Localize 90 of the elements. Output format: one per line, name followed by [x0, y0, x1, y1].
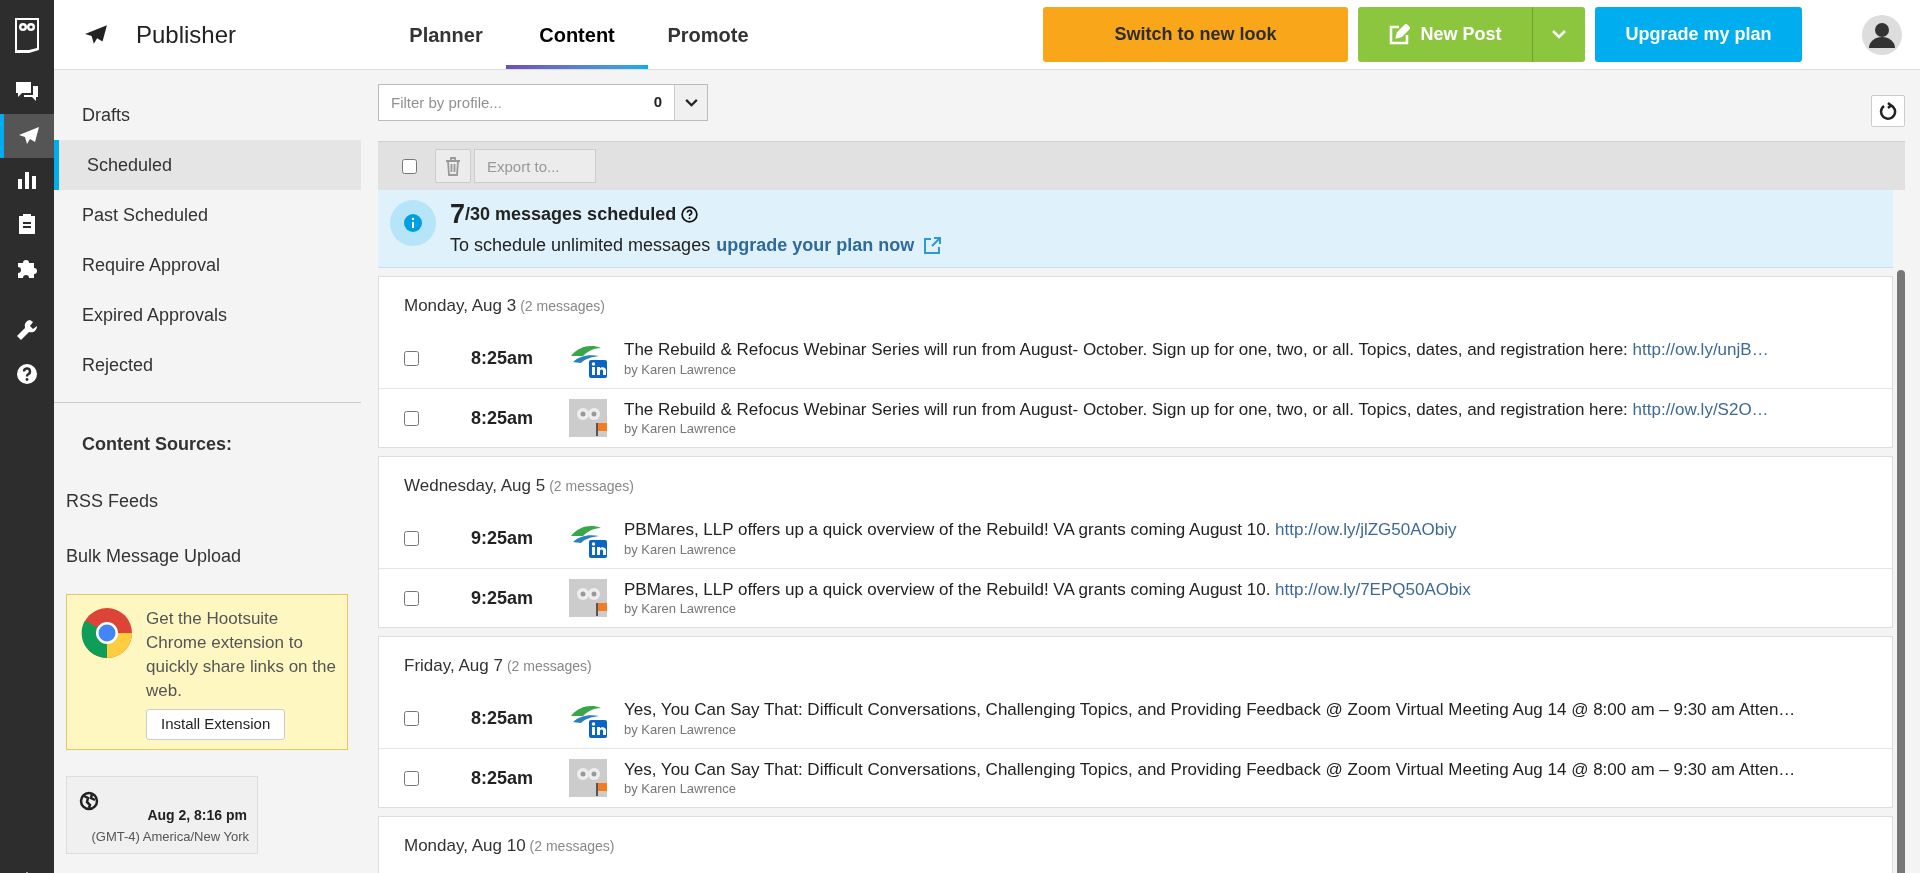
switch-look-button[interactable]: Switch to new look — [1043, 7, 1348, 62]
message-checkbox[interactable] — [404, 711, 419, 726]
sidebar-item[interactable]: Require Approval — [54, 240, 361, 290]
message-link[interactable]: http://ow.ly/S2O… — [1632, 399, 1769, 419]
owl-logo-icon[interactable] — [13, 16, 41, 54]
day-heading: Wednesday, Aug 5 — [404, 475, 546, 498]
profile-owl-icon — [569, 399, 607, 437]
help-icon[interactable] — [681, 205, 699, 223]
globe-icon — [79, 791, 99, 811]
scheduled-time: 9:25am — [471, 586, 535, 610]
scheduled-time: 8:25am — [471, 707, 535, 730]
bar-chart-icon — [17, 170, 37, 190]
message-checkbox[interactable] — [404, 770, 419, 786]
paper-plane-icon — [18, 126, 40, 146]
external-link-icon[interactable] — [924, 237, 942, 254]
info-icon — [404, 214, 422, 232]
message-text: Yes, You Can Say That: Difficult Conversations, Challenging Topics, and Providing Feedback @ Zoom Virtual Meeting Aug 14 @ 8:00 am – 9:30 am Atten… — [624, 758, 1796, 780]
message-text: PBMares, LLP offers up a quick overview of the Rebuild! VA grants coming August 10. http://ow.ly/jlZG50AObiy — [624, 519, 1457, 541]
select-all-checkbox[interactable] — [402, 158, 417, 174]
chevron-down-icon — [684, 98, 698, 107]
help-icon — [16, 363, 38, 385]
install-extension-button[interactable]: Install Extension — [146, 709, 286, 740]
promo-text: Get the Hootsuite Chrome extension to quickly share links on the web. — [146, 608, 336, 702]
day-heading: Friday, Aug 7 — [404, 655, 503, 678]
message-checkbox[interactable] — [404, 351, 419, 366]
refresh-icon — [1879, 102, 1897, 120]
edit-icon — [1388, 23, 1411, 46]
sidebar-item[interactable]: Drafts — [54, 90, 361, 140]
wrench-icon — [16, 319, 38, 341]
scheduled-time: 8:25am — [471, 406, 535, 430]
message-text: PBMares, LLP offers up a quick overview of the Rebuild! VA grants coming August 10. http://ow.ly/7EPQ50AObix — [624, 578, 1471, 600]
puzzle-icon — [16, 257, 38, 279]
profile-filter-field[interactable]: Filter by profile... — [379, 85, 654, 120]
message-count: (2 messages) — [506, 656, 592, 676]
author-name: by Karen Lawrence — [624, 601, 737, 618]
source-link[interactable]: Bulk Message Upload — [54, 543, 361, 570]
tab[interactable]: Planner — [386, 0, 506, 69]
day-heading: Monday, Aug 10 — [404, 835, 526, 858]
sidebar-item[interactable]: Scheduled — [54, 140, 361, 190]
message-count: (2 messages) — [549, 476, 634, 496]
timezone: (GMT-4) America/New York — [91, 828, 249, 846]
trash-icon — [445, 156, 461, 176]
message-text: Yes, You Can Say That: Difficult Conversations, Challenging Topics, and Providing Feedback @ Zoom Virtual Meeting Aug 14 @ 8:00 am – 9:30 am Atten… — [624, 699, 1796, 721]
message-checkbox[interactable] — [404, 410, 419, 426]
scrollbar[interactable] — [1897, 270, 1905, 873]
paper-plane-icon — [84, 23, 108, 46]
scheduled-time: 8:25am — [471, 766, 535, 790]
avatar-icon[interactable] — [1862, 14, 1902, 55]
author-name: by Karen Lawrence — [624, 721, 737, 738]
profile-filter[interactable]: Filter by profile... 0 — [378, 84, 708, 121]
page-title: Publisher — [136, 19, 238, 50]
tab[interactable]: Content — [506, 0, 648, 69]
tab[interactable]: Promote — [648, 0, 768, 69]
source-link[interactable]: RSS Feeds — [54, 488, 361, 515]
scheduled-total: /30 messages scheduled — [465, 202, 677, 226]
message-link[interactable]: http://ow.ly/7EPQ50AObix — [1275, 579, 1471, 599]
message-link[interactable]: http://ow.ly/unjB… — [1632, 340, 1769, 360]
delete-button[interactable] — [435, 149, 471, 183]
scheduled-count: 7 — [450, 198, 466, 230]
author-name: by Karen Lawrence — [624, 421, 737, 438]
message-count: (2 messages) — [520, 296, 605, 316]
message-count: (2 messages) — [529, 836, 615, 856]
banner-text: To schedule unlimited messages — [450, 234, 711, 257]
author-name: by Karen Lawrence — [624, 541, 737, 558]
message-checkbox[interactable] — [404, 531, 419, 546]
day-heading: Monday, Aug 3 — [404, 295, 517, 318]
scheduled-time: 9:25am — [471, 527, 535, 550]
clock-time: Aug 2, 8:16 pm — [147, 806, 247, 825]
chat-icon — [15, 81, 39, 103]
sidebar-item[interactable]: Rejected — [54, 340, 361, 390]
profile-owl-icon — [569, 759, 607, 797]
browser-logo-icon — [81, 607, 133, 659]
refresh-button[interactable] — [1871, 95, 1905, 127]
filter-count: 0 — [653, 92, 662, 113]
message-text: The Rebuild & Refocus Webinar Series will run from August- October. Sign up for one, two, or all. Topics, dates, and registration here: http://ow.ly/S2O… — [624, 398, 1769, 420]
profile-owl-icon — [569, 579, 607, 617]
sidebar-item[interactable]: Expired Approvals — [54, 290, 361, 340]
export-field[interactable]: Export to... — [474, 149, 596, 183]
chevron-down-icon — [1552, 30, 1566, 39]
message-link[interactable]: http://ow.ly/jlZG50AObiy — [1275, 520, 1457, 540]
rail-button[interactable] — [0, 114, 54, 158]
scheduled-time: 8:25am — [471, 347, 535, 370]
author-name: by Karen Lawrence — [624, 781, 737, 798]
author-name: by Karen Lawrence — [624, 361, 737, 378]
sidebar-item[interactable]: Past Scheduled — [54, 190, 361, 240]
message-checkbox[interactable] — [404, 590, 419, 606]
upgrade-link[interactable]: upgrade your plan now — [716, 232, 915, 259]
message-text: The Rebuild & Refocus Webinar Series will run from August- October. Sign up for one, two, or all. Topics, dates, and registration here: http://ow.ly/unjB… — [624, 339, 1769, 361]
clipboard-icon — [18, 213, 36, 235]
section-heading: Content Sources: — [81, 433, 233, 456]
